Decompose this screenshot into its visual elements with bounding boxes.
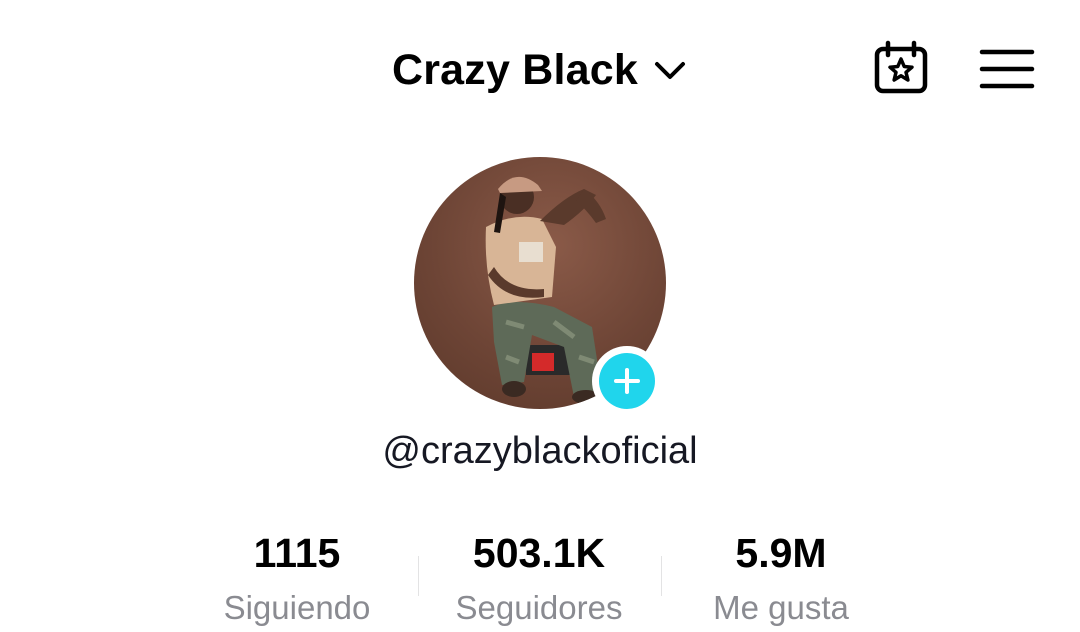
stat-likes-value: 5.9M [735, 530, 827, 576]
stats-divider [661, 556, 662, 596]
plus-badge [599, 353, 655, 409]
stat-followers[interactable]: 503.1K Seguidores [418, 526, 660, 632]
chevron-down-icon [655, 62, 685, 79]
stat-following[interactable]: 1115 Siguiendo [176, 526, 418, 632]
stat-followers-value: 503.1K [472, 530, 606, 576]
menu-button[interactable] [978, 44, 1036, 94]
stat-likes[interactable]: 5.9M Me gusta [660, 526, 902, 632]
add-story-button[interactable] [592, 346, 662, 416]
plus-icon [614, 368, 640, 394]
stat-following-value: 1115 [253, 530, 341, 576]
username: @crazyblackoficial [382, 430, 698, 472]
stat-followers-label: Seguidores [455, 589, 623, 626]
stats-divider [418, 556, 419, 596]
calendar-star-icon [874, 40, 928, 94]
calendar-button[interactable] [870, 40, 932, 98]
stat-likes-label: Me gusta [713, 589, 849, 626]
profile-stats: 1115 Siguiendo 503.1K Seguidores 5.9M Me… [176, 526, 904, 632]
account-name: Crazy Black [391, 45, 638, 94]
hamburger-menu-icon [979, 49, 1035, 89]
profile-screen: Crazy Black @crazyblackoficial 1115 Sigu… [0, 0, 1080, 632]
stat-following-label: Siguiendo [223, 589, 371, 626]
